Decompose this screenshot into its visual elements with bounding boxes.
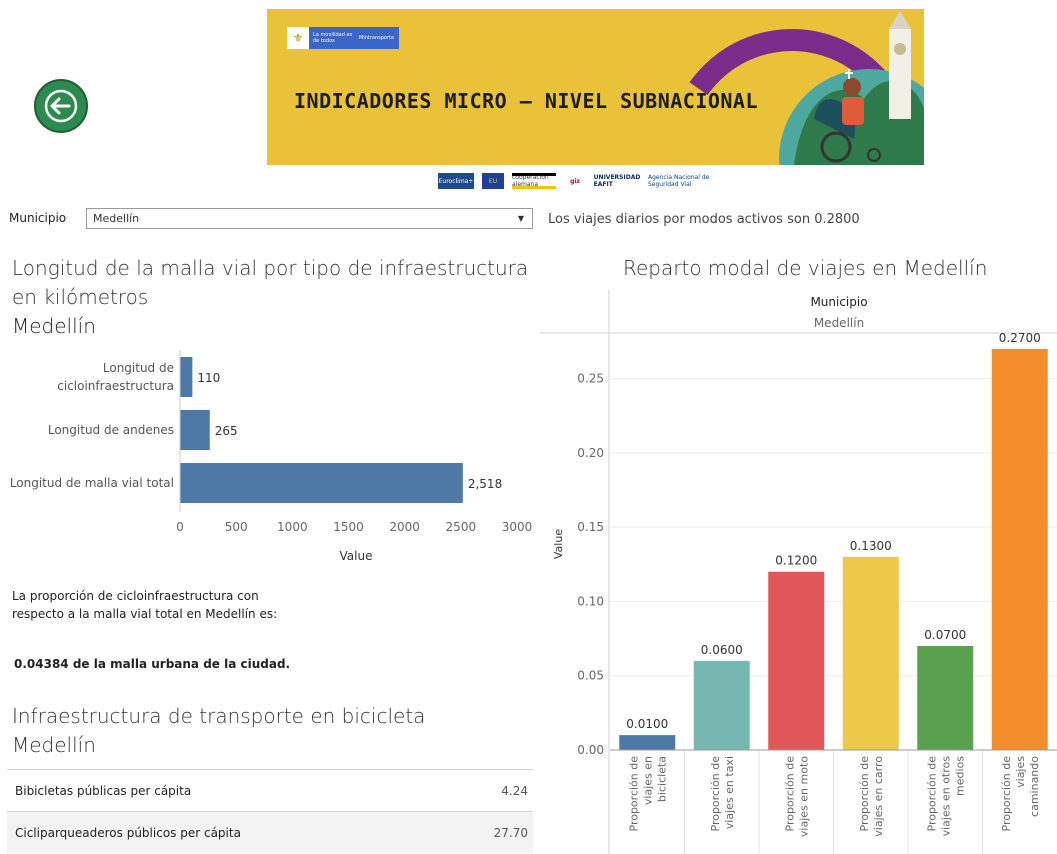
category-label: bicicleta	[655, 756, 668, 802]
data-label: 0.1200	[775, 554, 817, 568]
category-label: viajes en	[641, 756, 654, 805]
bike-infra-subtitle: Medellín	[12, 733, 96, 757]
tick-label: 0.05	[577, 669, 604, 683]
tick-label: 2500	[446, 520, 477, 534]
data-label: 2,518	[468, 477, 502, 491]
giz-logo: giz	[570, 177, 580, 185]
category-label: viajes en moto	[797, 756, 810, 837]
bar	[917, 646, 974, 750]
ansv-logo: Agencia Nacional de Seguridad Vial	[648, 174, 710, 188]
category-label: Proporción de	[925, 756, 938, 832]
reparto-modal-chart: Municipio Medellín 0.00 0.05 0.10 0.15 0.20 0.2…	[540, 290, 1057, 854]
viajes-activos-text: Los viajes diarios por modos activos son…	[548, 212, 860, 227]
data-label: 0.0600	[701, 643, 743, 657]
column-header: Municipio	[810, 295, 867, 309]
gov-line1: La movilidad es de todos	[313, 32, 353, 44]
x-axis-title: Value	[340, 549, 373, 563]
malla-vial-title-line2: en kilómetros	[12, 285, 149, 309]
tick-label: 0.15	[577, 520, 604, 534]
bar	[842, 556, 899, 750]
bar	[180, 463, 463, 503]
eu-flag-logo: EU	[482, 173, 504, 189]
malla-vial-chart-svg: Longitud de cicloinfraestructura 110 Longit…	[10, 350, 533, 563]
tick-label: 500	[225, 520, 248, 534]
category-label: Proporción de	[783, 756, 796, 832]
data-label: 0.2700	[999, 331, 1041, 345]
row-value: 4.24	[501, 783, 528, 798]
reparto-modal-chart-svg: Municipio Medellín 0.00 0.05 0.10 0.15 0.20 0.2…	[540, 290, 1057, 854]
category-label: Longitud de	[103, 361, 174, 375]
category-label: viajes	[1014, 756, 1027, 788]
tick-label: 1000	[277, 520, 308, 534]
bike-infra-title-line1: Infraestructura de transporte en bicicle…	[12, 704, 426, 728]
category-label: Proporción de	[627, 756, 640, 832]
category-label: Longitud de malla vial total	[10, 476, 174, 490]
tick-label: 1500	[333, 520, 364, 534]
bar	[180, 357, 193, 397]
bar	[693, 660, 750, 750]
reparto-modal-title: Reparto modal de viajes en Medellín	[623, 256, 988, 280]
gov-logo: ⚜ La movilidad es de todos Mintransporte	[287, 27, 399, 49]
bike-infra-title: Infraestructura de transporte en bicicle…	[12, 702, 425, 760]
tick-label: 0.20	[577, 446, 604, 460]
category-label: Proporción de	[1000, 756, 1013, 832]
sponsor-logos: Euroclima+ EU cooperación alemana giz UN…	[438, 166, 758, 196]
arrow-left-icon	[44, 89, 78, 123]
category-label: viajes en carro	[872, 756, 885, 837]
municipio-label: Municipio	[9, 211, 67, 225]
chevron-down-icon: ▼	[517, 214, 524, 223]
tick-label: 0.10	[577, 594, 604, 608]
data-label: 0.0700	[924, 628, 966, 642]
proportion-text: La proporción de cicloinfraestructura co…	[12, 589, 278, 621]
bar	[180, 410, 210, 450]
malla-vial-title: Longitud de la malla vial por tipo de in…	[12, 254, 528, 341]
bar	[768, 571, 825, 750]
tick-label: 0	[176, 520, 184, 534]
category-label: Proporción de	[709, 756, 722, 832]
row-label: Bibicletas públicas per cápita	[15, 783, 192, 798]
tick-label: 0.25	[577, 372, 604, 386]
eafit-logo: UNIVERSIDAD EAFIT	[593, 174, 641, 188]
malla-vial-title-line1: Longitud de la malla vial por tipo de in…	[12, 256, 529, 280]
city-illustration	[779, 11, 924, 165]
table-row: Bibicletas públicas per cápita 4.24	[7, 769, 533, 811]
column-header-value: Medellín	[814, 316, 864, 330]
crest-icon: ⚜	[287, 27, 309, 49]
category-label: medios	[953, 756, 966, 796]
category-label: cicloinfraestructura	[57, 379, 174, 393]
category-label: Longitud de andenes	[48, 423, 174, 437]
malla-vial-chart: Longitud de cicloinfraestructura 110 Longit…	[0, 350, 540, 580]
category-label: Proporción de	[858, 756, 871, 832]
proportion-value: 0.04384 de la malla urbana de la ciudad.	[14, 657, 291, 671]
malla-vial-subtitle: Medellín	[12, 314, 96, 338]
tick-label: 2000	[389, 520, 420, 534]
bike-infra-table: Bibicletas públicas per cápita 4.24 Cicl…	[7, 769, 533, 853]
tick-label: 0.00	[577, 743, 604, 757]
row-value: 27.70	[493, 825, 528, 840]
euroclima-logo: Euroclima+	[438, 173, 474, 189]
municipio-dropdown[interactable]: Medellín ▼	[86, 208, 533, 229]
data-label: 110	[197, 371, 220, 385]
y-axis-title: Value	[552, 529, 565, 559]
category-label: viajes en taxi	[723, 756, 736, 829]
data-label: 265	[215, 424, 238, 438]
category-label: caminando	[1028, 756, 1041, 817]
bar	[991, 348, 1048, 750]
bar	[619, 735, 676, 750]
data-label: 0.1300	[850, 539, 892, 553]
table-row: Cicliparqueaderos públicos per cápita 27…	[7, 811, 533, 853]
category-label: viajes en otros	[939, 756, 952, 837]
header-banner: ⚜ La movilidad es de todos Mintransporte…	[267, 9, 924, 165]
tick-label: 3000	[502, 520, 533, 534]
back-button[interactable]	[34, 79, 88, 133]
gov-line2: Mintransporte	[359, 35, 395, 41]
municipio-selected-value: Medellín	[93, 212, 140, 225]
row-label: Cicliparqueaderos públicos per cápita	[15, 825, 241, 840]
data-label: 0.0100	[626, 717, 668, 731]
german-cooperation-logo: cooperación alemana	[512, 173, 556, 189]
